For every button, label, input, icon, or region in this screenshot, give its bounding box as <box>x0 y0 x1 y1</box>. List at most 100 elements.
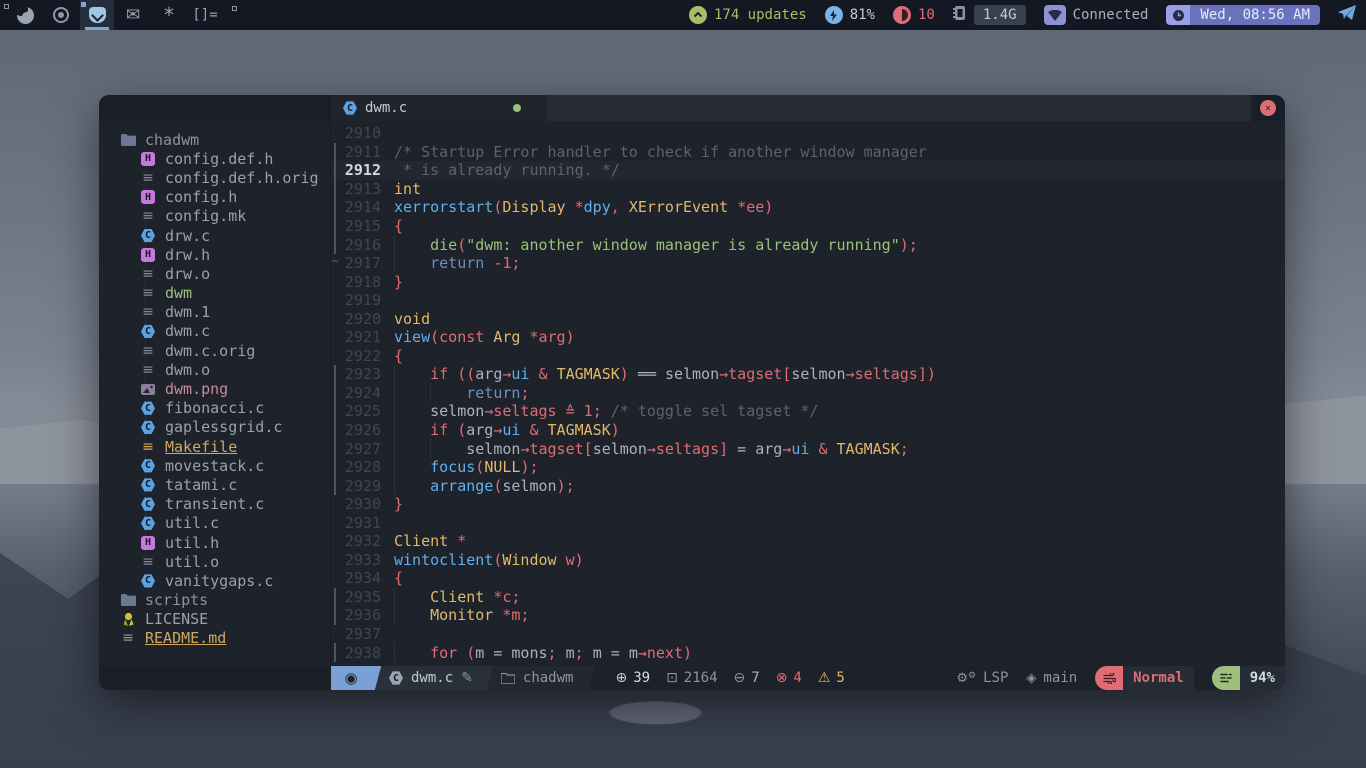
tree-item-util-h[interactable]: Hutil.h <box>99 533 330 552</box>
tree-item-chadwm[interactable]: chadwm <box>99 130 330 149</box>
tree-item-makefile[interactable]: ≡Makefile <box>99 437 330 456</box>
memory-module[interactable]: 1.4G <box>953 5 1026 25</box>
code-line-2923[interactable]: 2923 if ((arg→ui & TAGMASK) ══ selmon→ta… <box>331 365 1285 384</box>
code-line-2938[interactable]: 2938 for (m = mons; m; m = m→next) <box>331 643 1285 662</box>
code-line-2935[interactable]: 2935 Client *c; <box>331 588 1285 607</box>
temp-module[interactable]: 10 <box>893 6 935 24</box>
tree-item-dwm-png[interactable]: dwm.png <box>99 379 330 398</box>
git-added-sign <box>331 402 341 421</box>
code-line-2910[interactable]: 2910 <box>331 124 1285 143</box>
code-line-2933[interactable]: 2933wintoclient(Window w) <box>331 551 1285 570</box>
statusline-stat-minus-circle: ⊖7 <box>734 670 760 686</box>
buffer-tab-dwmc[interactable]: C dwm.c <box>331 95 547 121</box>
tree-item-tatami-c[interactable]: Ctatami.c <box>99 475 330 494</box>
code-line-2925[interactable]: 2925 selmon→seltags ≙ 1; /* toggle sel t… <box>331 402 1285 421</box>
terminal-nvim-window: C dwm.c ✕ chadwmHconfig.def.h≡config.def… <box>99 95 1285 690</box>
workspace-misc[interactable]: * <box>152 0 186 30</box>
tree-item-drw-h[interactable]: Hdrw.h <box>99 245 330 264</box>
tree-item-label: dwm.c.orig <box>165 342 255 360</box>
code-line-2924[interactable]: 2924 return; <box>331 384 1285 403</box>
telegram-plane-icon[interactable] <box>1338 5 1356 25</box>
c-file-icon: C <box>389 671 403 685</box>
tree-item-util-o[interactable]: ≡util.o <box>99 552 330 571</box>
tree-item-label: config.def.h.orig <box>165 169 319 187</box>
tree-item-config-def-h-orig[interactable]: ≡config.def.h.orig <box>99 168 330 187</box>
layout-indicator[interactable]: []= <box>188 0 222 30</box>
close-buffer-button[interactable]: ✕ <box>1260 100 1276 116</box>
code-line-2916[interactable]: 2916 die("dwm: another window manager is… <box>331 235 1285 254</box>
lsp-status: ⚙⚙ LSP <box>956 670 1008 686</box>
tree-item-license[interactable]: LICENSE <box>99 610 330 629</box>
code-line-2918[interactable]: 2918} <box>331 272 1285 291</box>
code-line-2911[interactable]: 2911/* Startup Error handler to check if… <box>331 143 1285 162</box>
code-line-2930[interactable]: 2930} <box>331 495 1285 514</box>
code-line-2921[interactable]: 2921view(const Arg *arg) <box>331 328 1285 347</box>
tree-item-config-def-h[interactable]: Hconfig.def.h <box>99 149 330 168</box>
tree-item-dwm-o[interactable]: ≡dwm.o <box>99 360 330 379</box>
code-line-2915[interactable]: 2915{ <box>331 217 1285 236</box>
code-line-2922[interactable]: 2922{ <box>331 347 1285 366</box>
tree-item-config-h[interactable]: Hconfig.h <box>99 188 330 207</box>
updates-count: 174 updates <box>714 7 807 23</box>
code-line-2931[interactable]: 2931 <box>331 513 1285 532</box>
code-line-2932[interactable]: 2932Client * <box>331 532 1285 551</box>
c-file-icon: C <box>141 478 155 492</box>
code-text: Client * <box>394 532 1285 551</box>
code-line-2936[interactable]: 2936 Monitor *m; <box>331 606 1285 625</box>
tree-item-drw-c[interactable]: Cdrw.c <box>99 226 330 245</box>
statusline-filename: dwm.c <box>411 670 453 686</box>
network-module[interactable]: Connected <box>1044 5 1149 25</box>
line-number: 2917 <box>341 254 381 272</box>
git-added-sign <box>331 476 341 495</box>
code-line-2927[interactable]: 2927 selmon→tagset[selmon→seltags] = arg… <box>331 439 1285 458</box>
tree-item-scripts[interactable]: scripts <box>99 591 330 610</box>
workspace-firefox[interactable] <box>8 0 42 30</box>
clock-module[interactable]: Wed, 08:56 AM <box>1166 5 1320 25</box>
tree-item-util-c[interactable]: Cutil.c <box>99 514 330 533</box>
git-added-sign <box>331 180 341 199</box>
code-line-2934[interactable]: 2934{ <box>331 569 1285 588</box>
tree-item-dwm-c[interactable]: Cdwm.c <box>99 322 330 341</box>
workspace-pocket-active[interactable] <box>80 0 114 30</box>
code-line-2929[interactable]: 2929 arrange(selmon); <box>331 476 1285 495</box>
tree-item-dwm-c-orig[interactable]: ≡dwm.c.orig <box>99 341 330 360</box>
sign-column <box>331 532 341 551</box>
list-file-icon: ≡ <box>142 304 154 320</box>
statusline: ◉ C dwm.c ✎ chadwm ⊕39⊡2164⊖7⊗4⚠5 ⚙⚙ LSP <box>99 666 1285 690</box>
tree-item-transient-c[interactable]: Ctransient.c <box>99 495 330 514</box>
tree-item-dwm-1[interactable]: ≡dwm.1 <box>99 303 330 322</box>
tree-item-movestack-c[interactable]: Cmovestack.c <box>99 456 330 475</box>
tree-item-config-mk[interactable]: ≡config.mk <box>99 207 330 226</box>
tree-item-drw-o[interactable]: ≡drw.o <box>99 264 330 283</box>
code-line-2926[interactable]: 2926 if (arg→ui & TAGMASK) <box>331 421 1285 440</box>
tree-item-gaplessgrid-c[interactable]: Cgaplessgrid.c <box>99 418 330 437</box>
code-line-2928[interactable]: 2928 focus(NULL); <box>331 458 1285 477</box>
tree-item-vanitygaps-c[interactable]: Cvanitygaps.c <box>99 571 330 590</box>
workspace-marker <box>232 6 237 11</box>
tree-item-fibonacci-c[interactable]: Cfibonacci.c <box>99 399 330 418</box>
tree-item-dwm[interactable]: ≡dwm <box>99 284 330 303</box>
code-line-2913[interactable]: 2913int <box>331 180 1285 199</box>
code-line-2919[interactable]: 2919 <box>331 291 1285 310</box>
statusline-tree-spacer <box>99 666 331 690</box>
statusline-dirname: chadwm <box>523 670 574 686</box>
code-editor[interactable]: 29102911/* Startup Error handler to chec… <box>331 121 1285 666</box>
code-line-2912[interactable]: 2912 * is already running. */ <box>331 161 1285 180</box>
workspace-mail[interactable]: ✉ <box>116 0 150 30</box>
vim-mode-icon: ◉ <box>331 666 371 690</box>
updates-module[interactable]: 174 updates <box>689 6 807 24</box>
code-text: arrange(selmon); <box>394 476 1285 495</box>
tree-item-readme-md[interactable]: ≡README.md <box>99 629 330 648</box>
git-added-sign <box>331 643 341 662</box>
workspace-chrome[interactable] <box>44 0 78 30</box>
stat-value: 39 <box>633 670 650 686</box>
battery-module[interactable]: 81% <box>825 6 875 24</box>
code-text: * is already running. */ <box>394 161 1285 180</box>
line-number: 2933 <box>341 551 381 569</box>
indent-guide <box>394 384 395 403</box>
code-line-2917[interactable]: ~2917 return -1; <box>331 254 1285 273</box>
buffer-tab-label: dwm.c <box>365 100 407 116</box>
code-line-2914[interactable]: 2914xerrorstart(Display *dpy, XErrorEven… <box>331 198 1285 217</box>
code-line-2920[interactable]: 2920void <box>331 309 1285 328</box>
code-line-2937[interactable]: 2937 <box>331 625 1285 644</box>
